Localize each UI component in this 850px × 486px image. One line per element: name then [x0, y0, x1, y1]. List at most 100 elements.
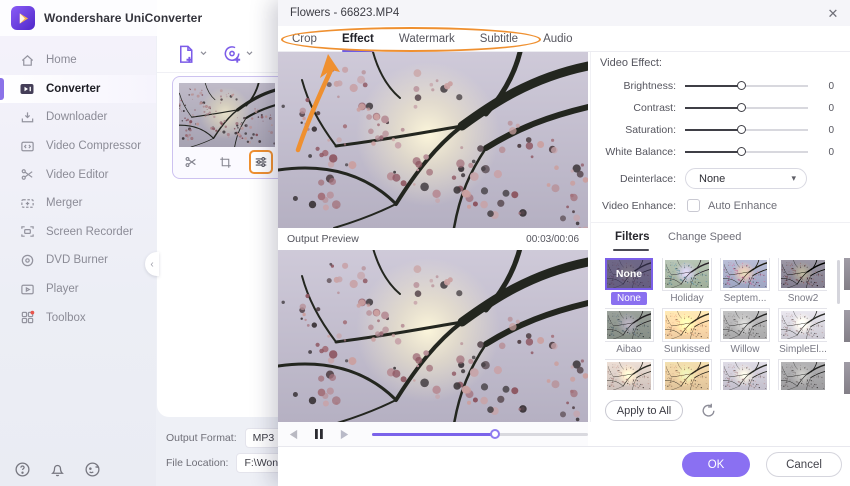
- next-frame-button[interactable]: [334, 426, 353, 442]
- feedback-icon[interactable]: [84, 461, 101, 478]
- filter-item-september[interactable]: Septem...: [721, 258, 769, 305]
- playback-progress: [371, 432, 495, 436]
- notifications-bell-icon[interactable]: [49, 461, 66, 478]
- sidebar-nav: Home Converter Downloader Video Compress…: [0, 46, 156, 332]
- add-dvd-button[interactable]: [222, 43, 253, 65]
- tab-audio[interactable]: Audio: [543, 33, 572, 45]
- saturation-row: Saturation: 0: [600, 123, 836, 137]
- add-files-button[interactable]: [176, 43, 207, 65]
- filter-label: Aibao: [616, 344, 642, 355]
- reset-icon[interactable]: [700, 402, 717, 419]
- ok-button[interactable]: OK: [682, 452, 750, 477]
- sidebar-item-downloader[interactable]: Downloader: [0, 103, 156, 132]
- tab-filters[interactable]: Filters: [615, 231, 650, 243]
- output-preview-bar: Output Preview 00:03/00:06: [278, 228, 588, 250]
- tab-effect[interactable]: Effect: [341, 33, 374, 52]
- sidebar-item-label: Merger: [46, 197, 83, 210]
- sidebar-item-toolbox[interactable]: Toolbox: [0, 303, 156, 332]
- saturation-slider[interactable]: [685, 125, 808, 134]
- converter-icon: [19, 81, 35, 97]
- apply-to-all-button[interactable]: Apply to All: [605, 400, 683, 421]
- filter-item-willow[interactable]: Willow: [721, 309, 769, 356]
- effect-dialog: Flowers - 66823.MP4 ✕ Crop Effect Waterm…: [278, 0, 850, 486]
- brightness-slider[interactable]: [685, 81, 808, 90]
- playback-slider[interactable]: [371, 428, 589, 439]
- sidebar-item-dvd-burner[interactable]: DVD Burner: [0, 246, 156, 275]
- sidebar-item-converter[interactable]: Converter: [0, 74, 156, 104]
- output-format-label: Output Format:: [166, 432, 237, 444]
- tab-change-speed[interactable]: Change Speed: [668, 231, 741, 243]
- app-logo-icon: [11, 6, 35, 30]
- sidebar-item-screen-recorder[interactable]: Screen Recorder: [0, 218, 156, 247]
- toolbox-icon: [19, 310, 35, 326]
- video-enhance-label: Video Enhance:: [602, 199, 676, 212]
- deinterlace-row: Deinterlace: None ▾: [600, 168, 807, 189]
- filter-item-partial[interactable]: [663, 360, 711, 390]
- sidebar-item-label: DVD Burner: [46, 254, 108, 267]
- partial-thumbnail: [844, 362, 850, 394]
- sidebar-item-home[interactable]: Home: [0, 46, 156, 75]
- video-compressor-icon: [19, 138, 35, 154]
- white-balance-slider[interactable]: [685, 147, 808, 156]
- section-divider: [590, 222, 850, 223]
- slider-handle[interactable]: [736, 125, 746, 134]
- screen-recorder-icon: [19, 224, 35, 240]
- output-format-row: Output Format: MP3: [166, 428, 283, 448]
- brightness-value: 0: [828, 80, 834, 92]
- effect-icon-highlighted[interactable]: [248, 150, 273, 174]
- dvd-burner-icon: [19, 252, 35, 268]
- filter-item-partial[interactable]: [779, 360, 827, 390]
- clip-thumbnail: [179, 83, 275, 147]
- sidebar-item-label: Player: [46, 283, 79, 296]
- filter-item-partial[interactable]: [721, 360, 769, 390]
- video-enhance-row: Video Enhance: Auto Enhance: [600, 199, 777, 212]
- dialog-tabs: Crop Effect Watermark Subtitle Audio: [278, 26, 850, 52]
- video-clip-card[interactable]: [172, 76, 278, 179]
- app-brand: Wondershare UniConverter: [11, 6, 202, 30]
- tab-subtitle[interactable]: Subtitle: [480, 33, 518, 45]
- saturation-value: 0: [828, 124, 834, 136]
- deinterlace-dropdown[interactable]: None ▾: [685, 168, 807, 189]
- contrast-slider[interactable]: [685, 103, 808, 112]
- filter-item-sunkissed[interactable]: Sunkissed: [663, 309, 711, 356]
- contrast-label: Contrast:: [633, 102, 676, 114]
- slider-handle[interactable]: [736, 81, 746, 90]
- pause-button[interactable]: [309, 426, 328, 442]
- playback-handle[interactable]: [490, 428, 500, 439]
- filter-item-none[interactable]: None None: [605, 258, 653, 305]
- chevron-down-icon: [200, 43, 207, 61]
- filter-item-snow2[interactable]: Snow2: [779, 258, 827, 305]
- close-icon[interactable]: ✕: [826, 6, 840, 20]
- filter-label: Snow2: [787, 293, 819, 304]
- slider-handle[interactable]: [736, 147, 746, 156]
- tab-crop[interactable]: Crop: [292, 33, 317, 45]
- help-icon[interactable]: [14, 461, 31, 478]
- timecode: 00:03/00:06: [526, 233, 579, 245]
- filter-label: Holiday: [670, 293, 704, 304]
- filter-item-simpleelegance[interactable]: SimpleEl...: [779, 309, 827, 356]
- slider-handle[interactable]: [736, 103, 746, 112]
- video-editor-icon: [19, 167, 35, 183]
- filter-item-holiday[interactable]: Holiday: [663, 258, 711, 305]
- cancel-button[interactable]: Cancel: [766, 452, 842, 477]
- sidebar-item-video-compressor[interactable]: Video Compressor: [0, 132, 156, 161]
- filters-scrollbar[interactable]: [837, 260, 840, 304]
- sidebar-item-merger[interactable]: Merger: [0, 189, 156, 218]
- trim-icon[interactable]: [179, 150, 203, 174]
- sidebar-item-label: Video Compressor: [46, 140, 142, 153]
- deinterlace-label: Deinterlace:: [619, 172, 676, 185]
- player-controls: [278, 422, 589, 446]
- output-format-value[interactable]: MP3: [244, 428, 283, 448]
- sidebar-item-label: Toolbox: [46, 311, 86, 324]
- sidebar-item-video-editor[interactable]: Video Editor: [0, 160, 156, 189]
- filter-item-aibao[interactable]: Aibao: [605, 309, 653, 356]
- active-indicator: [0, 77, 4, 101]
- previous-frame-button[interactable]: [284, 426, 303, 442]
- sidebar-item-player[interactable]: Player: [0, 275, 156, 304]
- filter-item-partial[interactable]: [605, 360, 653, 390]
- filter-label: SimpleEl...: [779, 344, 827, 355]
- tab-watermark[interactable]: Watermark: [399, 33, 455, 45]
- crop-icon[interactable]: [214, 150, 238, 174]
- auto-enhance-checkbox[interactable]: [687, 199, 700, 212]
- filter-grid: None None Holiday Septem... Snow2 Aibao: [605, 258, 827, 390]
